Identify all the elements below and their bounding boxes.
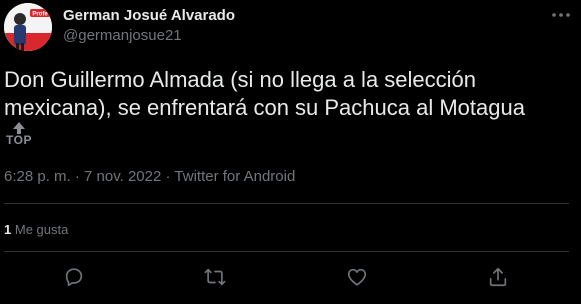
tweet-time[interactable]: 6:28 p. m. [4,168,71,185]
divider [4,203,569,204]
author-name[interactable]: German Josué Alvarado [63,7,235,24]
tweet-text: Don Guillermo Almada (si no llega a la s… [4,67,525,120]
meta-separator: · [74,168,80,185]
retweet-button[interactable] [204,266,226,288]
heart-icon [347,268,367,286]
share-icon [489,267,507,287]
tweet-date[interactable]: 7 nov. 2022 [84,168,161,185]
retweet-icon [204,268,226,286]
meta-separator: · [165,168,171,185]
avatar[interactable]: Profe [4,3,52,51]
reply-icon [65,268,83,287]
avatar-image: Profe [4,3,52,51]
divider [4,251,569,252]
tweet-source[interactable]: Twitter for Android [174,168,295,185]
share-button[interactable] [487,266,509,288]
scroll-to-top-button[interactable]: TOP [4,121,34,153]
likes-summary[interactable]: 1 Me gusta [4,222,68,237]
tweet-actions [0,266,581,290]
author-handle[interactable]: @germanjosue21 [63,27,182,44]
likes-count: 1 [4,222,12,237]
reply-button[interactable] [63,266,85,288]
tweet-meta: 6:28 p. m. · 7 nov. 2022 · Twitter for A… [4,168,295,185]
like-button[interactable] [346,266,368,288]
avatar-badge-text: Profe [32,12,48,18]
more-horizontal-icon [552,13,570,17]
likes-label: Me gusta [14,222,69,237]
scroll-to-top-label: TOP [6,133,32,147]
more-options-button[interactable] [549,3,573,27]
